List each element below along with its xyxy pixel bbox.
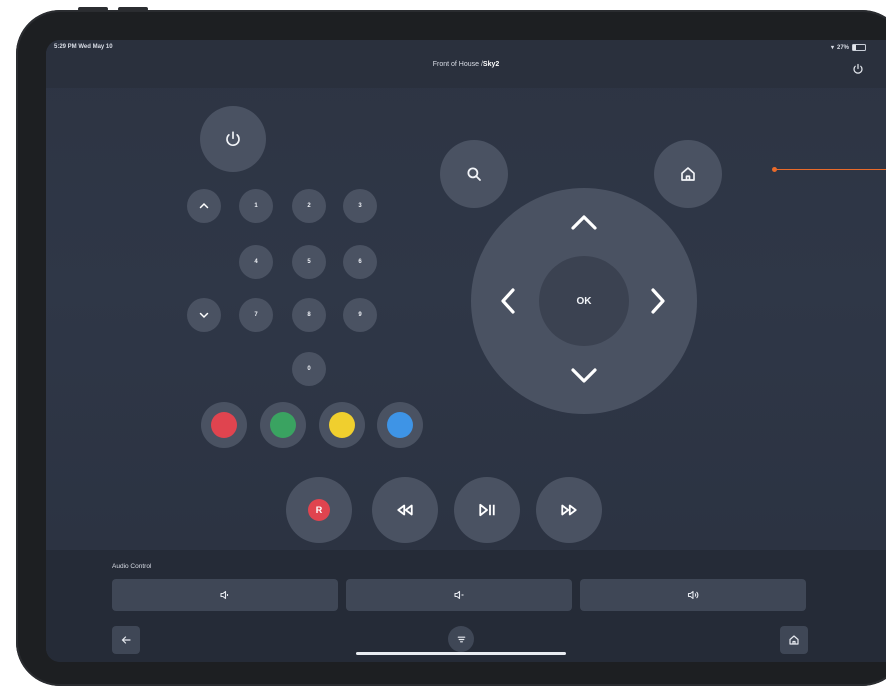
menu-icon — [457, 636, 465, 642]
volume-up-button[interactable] — [580, 579, 806, 611]
key-6[interactable]: 6 — [343, 245, 377, 279]
audio-control-label: Audio Control — [112, 563, 152, 570]
back-button[interactable] — [112, 626, 140, 654]
chevron-down-icon — [571, 368, 597, 383]
key-1[interactable]: 1 — [239, 189, 273, 223]
power-icon — [226, 131, 240, 146]
blue-button[interactable] — [377, 402, 423, 448]
annotation-pointer-line — [775, 169, 886, 170]
battery-icon — [852, 44, 866, 51]
dpad-down-button[interactable] — [570, 366, 598, 391]
title-bar: Front of House / Sky2 — [46, 40, 886, 88]
key-4[interactable]: 4 — [239, 245, 273, 279]
key-8[interactable]: 8 — [292, 298, 326, 332]
bottom-home-button[interactable] — [780, 626, 808, 654]
status-indicators: ▾ 27% — [831, 44, 866, 51]
volume-mute-icon — [220, 590, 229, 600]
hardware-button — [78, 7, 108, 11]
red-button[interactable] — [201, 402, 247, 448]
search-icon — [467, 167, 481, 181]
play-pause-button[interactable] — [454, 477, 520, 543]
channel-down-button[interactable] — [187, 298, 221, 332]
key-7[interactable]: 7 — [239, 298, 273, 332]
menu-button[interactable] — [448, 626, 474, 652]
record-button[interactable]: R — [286, 477, 352, 543]
chevron-right-icon — [651, 288, 665, 314]
blue-dot — [387, 412, 413, 438]
chevron-left-icon — [501, 288, 515, 314]
key-5[interactable]: 5 — [292, 245, 326, 279]
red-dot — [211, 412, 237, 438]
dpad-right-button[interactable] — [648, 287, 668, 320]
rewind-button[interactable] — [372, 477, 438, 543]
volume-up-icon — [687, 590, 699, 600]
key-0[interactable]: 0 — [292, 352, 326, 386]
key-2[interactable]: 2 — [292, 189, 326, 223]
key-3[interactable]: 3 — [343, 189, 377, 223]
back-arrow-icon — [121, 636, 131, 644]
power-button[interactable] — [200, 106, 266, 172]
play-pause-icon — [479, 503, 495, 517]
hardware-button — [118, 7, 148, 11]
chevron-up-icon — [199, 202, 209, 209]
fast-forward-button[interactable] — [536, 477, 602, 543]
home-icon — [681, 167, 695, 181]
dpad-left-button[interactable] — [498, 287, 518, 320]
dpad-up-button[interactable] — [570, 212, 598, 237]
home-icon — [789, 635, 799, 645]
fast-forward-icon — [561, 504, 577, 516]
ok-button[interactable]: OK — [539, 256, 629, 346]
green-dot — [270, 412, 296, 438]
chevron-up-icon — [571, 215, 597, 230]
record-badge: R — [308, 499, 330, 521]
volume-down-icon — [454, 590, 464, 600]
power-icon — [853, 63, 863, 74]
home-button[interactable] — [654, 140, 722, 208]
key-9[interactable]: 9 — [343, 298, 377, 332]
green-button[interactable] — [260, 402, 306, 448]
channel-up-button[interactable] — [187, 189, 221, 223]
device-name: Sky2 — [482, 60, 500, 68]
location-label: Front of House / — [432, 60, 483, 68]
search-button[interactable] — [440, 140, 508, 208]
volume-down-button[interactable] — [346, 579, 572, 611]
yellow-dot — [329, 412, 355, 438]
annotation-pointer-dot — [772, 167, 777, 172]
battery-percent: 27% — [836, 44, 849, 51]
volume-mute-button[interactable] — [112, 579, 338, 611]
status-time: 5:29 PM Wed May 10 — [54, 44, 113, 50]
remote-screen: Front of House / Sky2 5:29 PM Wed May 10… — [46, 40, 886, 662]
rewind-icon — [397, 504, 413, 516]
wifi-icon: ▾ — [830, 45, 834, 51]
yellow-button[interactable] — [319, 402, 365, 448]
home-indicator[interactable] — [356, 652, 566, 655]
chevron-down-icon — [199, 312, 209, 319]
top-power-button[interactable] — [852, 62, 864, 80]
